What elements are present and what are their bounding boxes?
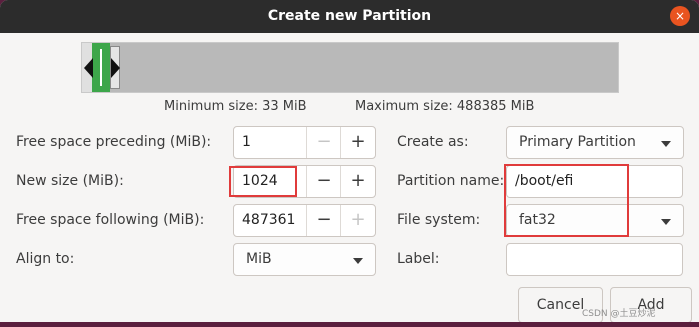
free-preceding-value[interactable]: 1 xyxy=(242,134,251,150)
free-following-value[interactable]: 487361 xyxy=(242,212,295,228)
partition-name-label: Partition name: xyxy=(397,173,505,189)
desktop-background-strip xyxy=(0,322,699,327)
partition-name-value: /boot/efi xyxy=(515,173,574,189)
align-to-label: Align to: xyxy=(16,251,75,267)
new-size-decrement-button[interactable]: − xyxy=(306,166,341,197)
file-system-value: fat32 xyxy=(519,212,556,228)
new-size-value[interactable]: 1024 xyxy=(242,173,278,189)
watermark: CSDN @土豆炒泥 xyxy=(582,309,656,319)
chevron-down-icon xyxy=(353,258,363,264)
free-following-increment-button[interactable]: + xyxy=(340,205,375,236)
free-preceding-increment-button[interactable]: + xyxy=(340,127,375,158)
free-following-spinbutton: 487361 − + xyxy=(233,204,376,237)
close-button[interactable]: × xyxy=(670,6,690,26)
file-system-dropdown[interactable]: fat32 xyxy=(506,204,684,237)
resize-handle-right-icon[interactable] xyxy=(111,58,120,78)
align-to-dropdown[interactable]: MiB xyxy=(233,243,376,276)
align-to-value: MiB xyxy=(246,251,272,267)
free-following-label: Free space following (MiB): xyxy=(16,212,205,228)
create-partition-dialog: Create new Partition × Minimum size: 33 … xyxy=(0,0,699,327)
file-system-label: File system: xyxy=(397,212,481,228)
new-size-label: New size (MiB): xyxy=(16,173,124,189)
dialog-title: Create new Partition xyxy=(267,8,432,24)
label-field-label: Label: xyxy=(397,251,440,267)
create-as-dropdown[interactable]: Primary Partition xyxy=(506,126,684,159)
partition-resize-bar[interactable] xyxy=(81,42,619,93)
new-size-increment-button[interactable]: + xyxy=(340,166,375,197)
free-preceding-decrement-button[interactable]: − xyxy=(306,127,341,158)
create-as-label: Create as: xyxy=(397,134,469,150)
chevron-down-icon xyxy=(661,141,671,147)
free-preceding-label: Free space preceding (MiB): xyxy=(16,134,212,150)
chevron-down-icon xyxy=(661,219,671,225)
maximum-size-text: Maximum size: 488385 MiB xyxy=(355,99,535,114)
unallocated-space-area xyxy=(92,43,618,92)
new-size-spinbutton: 1024 − + xyxy=(233,165,376,198)
minimum-size-text: Minimum size: 33 MiB xyxy=(164,99,307,114)
titlebar: Create new Partition × xyxy=(0,0,699,33)
create-as-value: Primary Partition xyxy=(519,134,636,150)
partition-inner-line xyxy=(100,49,102,86)
free-preceding-spinbutton: 1 − + xyxy=(233,126,376,159)
label-field[interactable] xyxy=(506,243,683,276)
partition-name-field[interactable]: /boot/efi xyxy=(506,165,683,198)
resize-handle-left-icon[interactable] xyxy=(84,58,93,78)
free-following-decrement-button[interactable]: − xyxy=(306,205,341,236)
